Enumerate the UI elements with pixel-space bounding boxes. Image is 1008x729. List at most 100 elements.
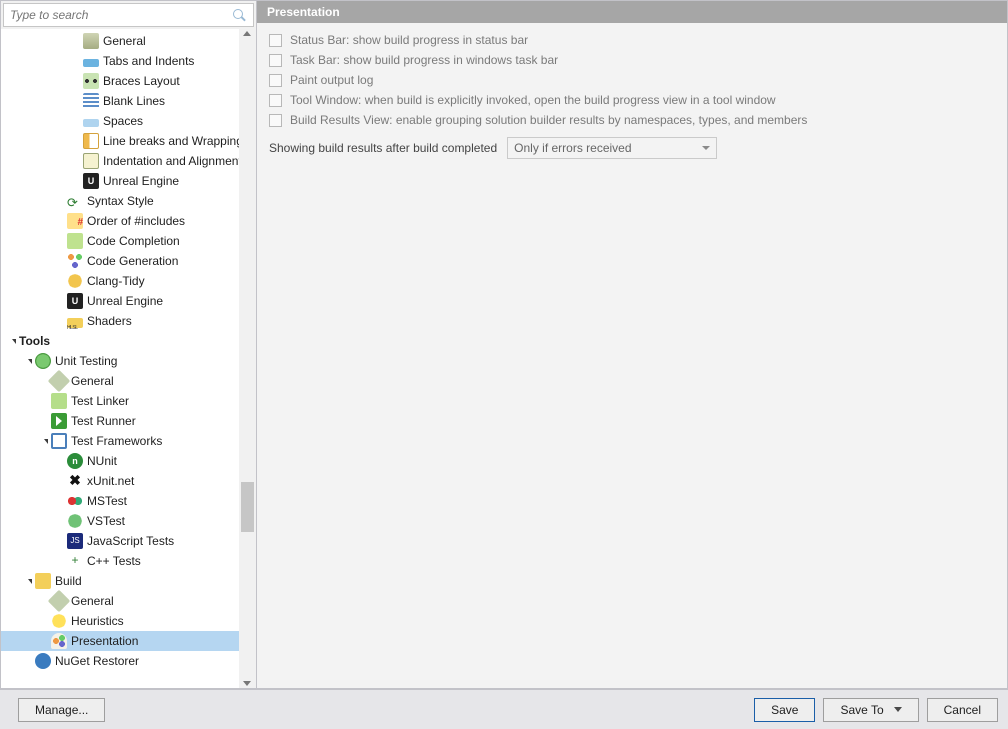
chevron-down-icon — [702, 146, 710, 150]
tree-item[interactable]: Test Linker — [1, 391, 256, 411]
tree-item[interactable]: Shaders — [1, 311, 256, 331]
expand-caret-icon[interactable] — [25, 579, 35, 584]
tree-item-label: Braces Layout — [103, 71, 184, 91]
i-code-comp-icon — [67, 233, 83, 249]
manage-button[interactable]: Manage... — [18, 698, 105, 722]
i-indent-icon — [83, 153, 99, 169]
option-row: Tool Window: when build is explicitly in… — [269, 93, 995, 107]
tree-item[interactable]: Presentation — [1, 631, 256, 651]
option-row: Task Bar: show build progress in windows… — [269, 53, 995, 67]
tree-item[interactable]: General — [1, 371, 256, 391]
tree-item-label: Indentation and Alignment — [103, 151, 246, 171]
tree-item-label: General — [71, 371, 118, 391]
i-xunit-icon: ✖ — [67, 473, 83, 489]
checkbox[interactable] — [269, 54, 282, 67]
tree-item[interactable]: Blank Lines — [1, 91, 256, 111]
tree-item[interactable]: Test Frameworks — [1, 431, 256, 451]
tree-item-label: Heuristics — [71, 611, 128, 631]
checkbox[interactable] — [269, 114, 282, 127]
option-row: Paint output log — [269, 73, 995, 87]
tree-item[interactable]: General — [1, 31, 256, 51]
tree-item[interactable]: Clang-Tidy — [1, 271, 256, 291]
expand-caret-icon[interactable] — [25, 359, 35, 364]
search-icon — [231, 7, 249, 23]
tree-item[interactable]: Line breaks and Wrapping — [1, 131, 256, 151]
build-results-select[interactable]: Only if errors received — [507, 137, 717, 159]
tree-item[interactable]: UUnreal Engine — [1, 291, 256, 311]
tree-item[interactable]: Build — [1, 571, 256, 591]
save-button[interactable]: Save — [754, 698, 815, 722]
tree-item-label: Test Linker — [71, 391, 133, 411]
tree-item-label: Test Frameworks — [71, 431, 166, 451]
tree-item[interactable]: VSTest — [1, 511, 256, 531]
i-nuget-icon — [35, 653, 51, 669]
tree-item[interactable]: ✖xUnit.net — [1, 471, 256, 491]
i-syntax-icon — [67, 193, 83, 209]
tree-item-label: MSTest — [87, 491, 131, 511]
checkbox[interactable] — [269, 74, 282, 87]
sidebar: GeneralTabs and IndentsBraces LayoutBlan… — [1, 1, 257, 688]
tree-item-label: Spaces — [103, 111, 147, 131]
tree-item[interactable]: Code Generation — [1, 251, 256, 271]
tree-item[interactable]: Test Runner — [1, 411, 256, 431]
tree-item-label: Tabs and Indents — [103, 51, 198, 71]
tree-item[interactable]: Tabs and Indents — [1, 51, 256, 71]
tree-item[interactable]: Heuristics — [1, 611, 256, 631]
search-box[interactable] — [3, 3, 254, 27]
tree-item[interactable]: MSTest — [1, 491, 256, 511]
tree-item-label: Line breaks and Wrapping — [103, 131, 247, 151]
tree-item-label: Code Completion — [87, 231, 184, 251]
tree-item-label: General — [103, 31, 150, 51]
scroll-up-icon[interactable] — [243, 31, 251, 36]
tree-item[interactable]: Code Completion — [1, 231, 256, 251]
scroll-thumb[interactable] — [241, 482, 254, 532]
expand-caret-icon[interactable] — [9, 339, 19, 344]
tree-item[interactable]: +C++ Tests — [1, 551, 256, 571]
tree-item[interactable]: nNUnit — [1, 451, 256, 471]
tree-item[interactable]: Braces Layout — [1, 71, 256, 91]
tree-item-label: C++ Tests — [87, 551, 145, 571]
tree-item-label: Build — [55, 571, 86, 591]
tree-item[interactable]: Unit Testing — [1, 351, 256, 371]
i-blank-icon — [83, 93, 99, 109]
tree-item-label: Tools — [19, 331, 54, 351]
tree-item-label: Syntax Style — [87, 191, 158, 211]
i-mstest-icon — [67, 493, 83, 509]
footer: Manage... Save Save To Cancel — [0, 689, 1008, 729]
tree-item-label: Test Runner — [71, 411, 140, 431]
i-nunit-icon: n — [67, 453, 83, 469]
option-row: Build Results View: enable grouping solu… — [269, 113, 995, 127]
i-vstest-icon — [67, 513, 83, 529]
tree-item[interactable]: UUnreal Engine — [1, 171, 256, 191]
checkbox-label: Build Results View: enable grouping solu… — [290, 113, 807, 127]
search-input[interactable] — [4, 4, 231, 26]
cancel-button[interactable]: Cancel — [927, 698, 998, 722]
checkbox-label: Paint output log — [290, 73, 373, 87]
tree-item[interactable]: Syntax Style — [1, 191, 256, 211]
tree-item[interactable]: NuGet Restorer — [1, 651, 256, 671]
tree-item-label: NUnit — [87, 451, 121, 471]
expand-caret-icon[interactable] — [41, 439, 51, 444]
checkbox-label: Task Bar: show build progress in windows… — [290, 53, 558, 67]
tree-item[interactable]: Tools — [1, 331, 256, 351]
tree-item[interactable]: General — [1, 591, 256, 611]
i-bulb-icon — [51, 613, 67, 629]
tree-item-label: VSTest — [87, 511, 129, 531]
checkbox[interactable] — [269, 94, 282, 107]
tree-item[interactable]: Order of #includes — [1, 211, 256, 231]
tree-item-label: JavaScript Tests — [87, 531, 178, 551]
i-wrench-icon — [48, 590, 71, 613]
save-to-button[interactable]: Save To — [823, 698, 918, 722]
tree-item[interactable]: Indentation and Alignment — [1, 151, 256, 171]
i-unittest-icon — [35, 353, 51, 369]
i-frameworks-icon — [51, 433, 67, 449]
i-tabs-icon — [83, 59, 99, 67]
scrollbar-vertical[interactable] — [239, 29, 256, 688]
tree-item[interactable]: Spaces — [1, 111, 256, 131]
scroll-down-icon[interactable] — [243, 681, 251, 686]
checkbox[interactable] — [269, 34, 282, 47]
i-clang-icon — [67, 273, 83, 289]
tree-item-label: Order of #includes — [87, 211, 189, 231]
tree-item[interactable]: JSJavaScript Tests — [1, 531, 256, 551]
i-js-icon: JS — [67, 533, 83, 549]
